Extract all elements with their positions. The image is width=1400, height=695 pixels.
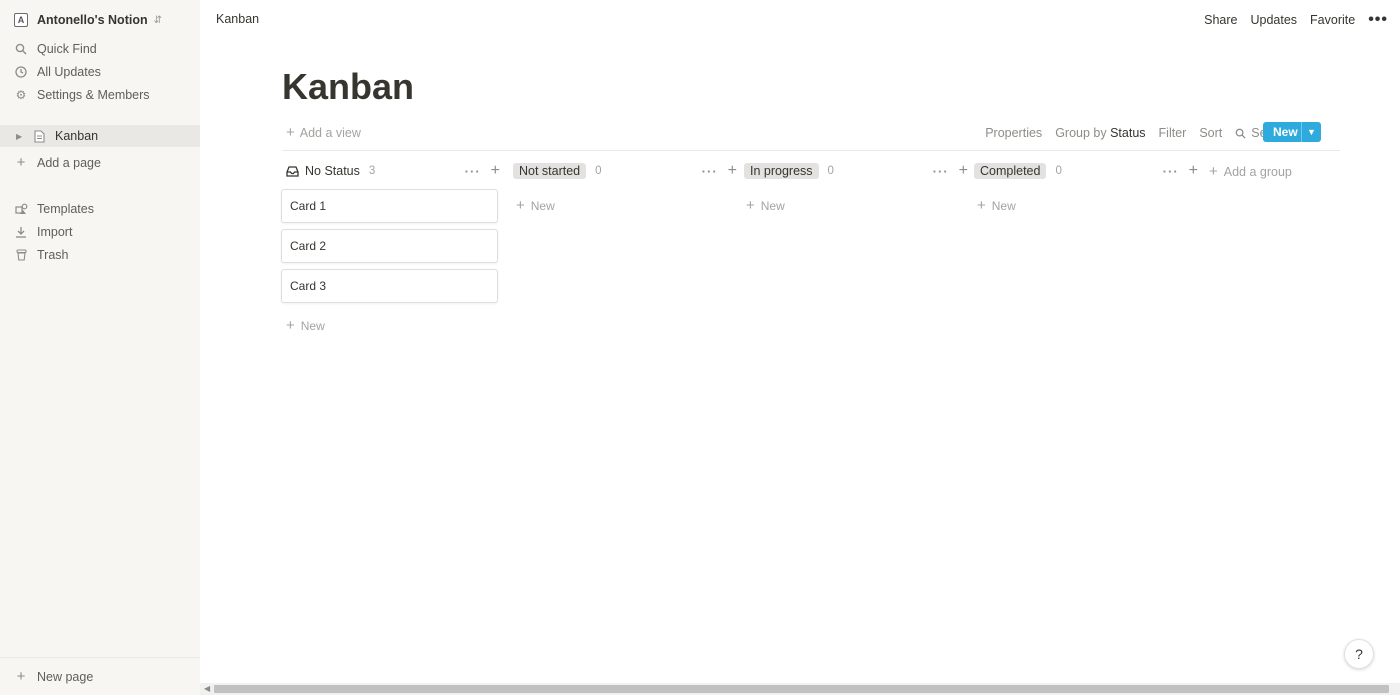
plus-icon: + [286,124,295,141]
sidebar-item-label: Trash [37,248,69,262]
sidebar-item-import[interactable]: Import [0,221,200,243]
workspace-avatar: A [14,13,28,27]
column-title[interactable]: Completed [974,163,1047,179]
page-icon [32,129,46,143]
column-count: 0 [1055,165,1062,177]
plus-icon: + [16,668,26,685]
page-title[interactable]: Kanban [282,66,414,108]
column-new-label: New [530,198,555,213]
more-options-icon[interactable]: ••• [1368,11,1388,29]
column-add-icon[interactable]: + [959,162,968,180]
sidebar-item-trash[interactable]: Trash [0,244,200,266]
workspace-name: Antonello's Notion [37,13,148,27]
board-card[interactable]: Card 3 [281,269,498,303]
column-title[interactable]: In progress [744,163,819,179]
column-count: 3 [368,165,376,177]
add-view-button[interactable]: + Add a view [286,124,361,141]
sidebar-footer-divider [0,657,200,658]
column-header-completed: Completed 0 ··· + [974,162,1198,180]
column-title[interactable]: No Status [305,164,360,178]
plus-icon: + [977,197,986,214]
column-title[interactable]: Not started [513,163,587,179]
column-new-button[interactable]: + New [286,317,325,334]
sidebar-item-label: Import [37,225,73,239]
breadcrumb[interactable]: Kanban [216,12,259,26]
column-new-label: New [991,198,1016,213]
plus-icon: + [286,317,295,334]
sidebar: A Antonello's Notion ⇵ Quick Find All Up… [0,0,200,695]
group-by-value: Status [1110,126,1146,140]
sidebar-item-label: Settings & Members [37,88,150,102]
plus-icon: + [516,197,525,214]
search-icon [1235,128,1246,139]
add-page-button[interactable]: + Add a page [0,152,200,174]
column-count: 0 [827,165,834,177]
add-group-label: Add a group [1223,164,1292,179]
column-new-button[interactable]: + New [516,197,555,214]
topbar-actions: Share Updates Favorite ••• [1204,10,1388,30]
properties-button[interactable]: Properties [985,126,1042,140]
share-button[interactable]: Share [1204,13,1237,27]
column-new-button[interactable]: + New [746,197,785,214]
clock-icon [14,66,28,78]
column-more-icon[interactable]: ··· [702,164,718,179]
column-header-no-status: No Status 3 ··· + [286,162,504,180]
column-count: 0 [595,165,602,177]
gear-icon: ⚙ [15,88,27,102]
trash-icon [14,249,28,261]
plus-icon: + [16,154,26,171]
new-button-label: New [1273,125,1298,139]
sort-button[interactable]: Sort [1199,126,1222,140]
templates-icon [14,203,28,215]
new-page-label: New page [37,670,94,684]
favorite-button[interactable]: Favorite [1310,13,1355,27]
expand-triangle-icon[interactable]: ▶ [16,132,26,141]
column-more-icon[interactable]: ··· [1163,164,1179,179]
chevron-down-icon[interactable]: ▼ [1302,127,1321,137]
sidebar-item-label: Quick Find [37,42,97,56]
board-card[interactable]: Card 2 [281,229,498,263]
add-page-label: Add a page [37,156,101,170]
group-by-label: Group by [1055,126,1107,140]
search-icon [14,43,28,55]
toolbar-divider [282,150,1340,151]
import-icon [14,226,28,238]
sidebar-item-all-updates[interactable]: All Updates [0,61,200,83]
new-button[interactable]: New ▼ [1263,122,1321,142]
scrollbar-thumb[interactable] [214,685,1389,693]
help-button[interactable]: ? [1344,639,1374,669]
new-page-button[interactable]: + New page [0,666,200,688]
filter-button[interactable]: Filter [1159,126,1187,140]
chevron-updown-icon: ⇵ [153,14,162,26]
column-new-label: New [760,198,785,213]
sidebar-item-settings[interactable]: ⚙ Settings & Members [0,84,200,106]
sidebar-item-kanban[interactable]: ▶ Kanban [0,125,200,147]
updates-button[interactable]: Updates [1250,13,1297,27]
board-card[interactable]: Card 1 [281,189,498,223]
sidebar-item-templates[interactable]: Templates [0,198,200,220]
group-by-button[interactable]: Group by Status [1055,126,1145,140]
inbox-icon [286,165,299,177]
sidebar-item-label: All Updates [37,65,101,79]
add-group-button[interactable]: + Add a group [1209,163,1292,180]
plus-icon: + [1209,163,1218,180]
horizontal-scrollbar[interactable]: ◀ [200,683,1400,695]
sidebar-item-label: Kanban [55,129,99,143]
column-more-icon[interactable]: ··· [465,164,481,179]
workspace-switcher[interactable]: A Antonello's Notion ⇵ [14,10,162,30]
column-new-button[interactable]: + New [977,197,1016,214]
column-more-icon[interactable]: ··· [933,164,949,179]
plus-icon: + [746,197,755,214]
column-header-in-progress: In progress 0 ··· + [744,162,968,180]
sidebar-item-quick-find[interactable]: Quick Find [0,38,200,60]
column-add-icon[interactable]: + [1189,162,1198,180]
column-add-icon[interactable]: + [491,162,500,180]
sidebar-item-label: Templates [37,202,94,216]
column-add-icon[interactable]: + [728,162,737,180]
scroll-left-arrow-icon[interactable]: ◀ [204,684,210,693]
column-new-label: New [300,318,325,333]
column-header-not-started: Not started 0 ··· + [513,162,737,180]
add-view-label: Add a view [299,125,361,140]
